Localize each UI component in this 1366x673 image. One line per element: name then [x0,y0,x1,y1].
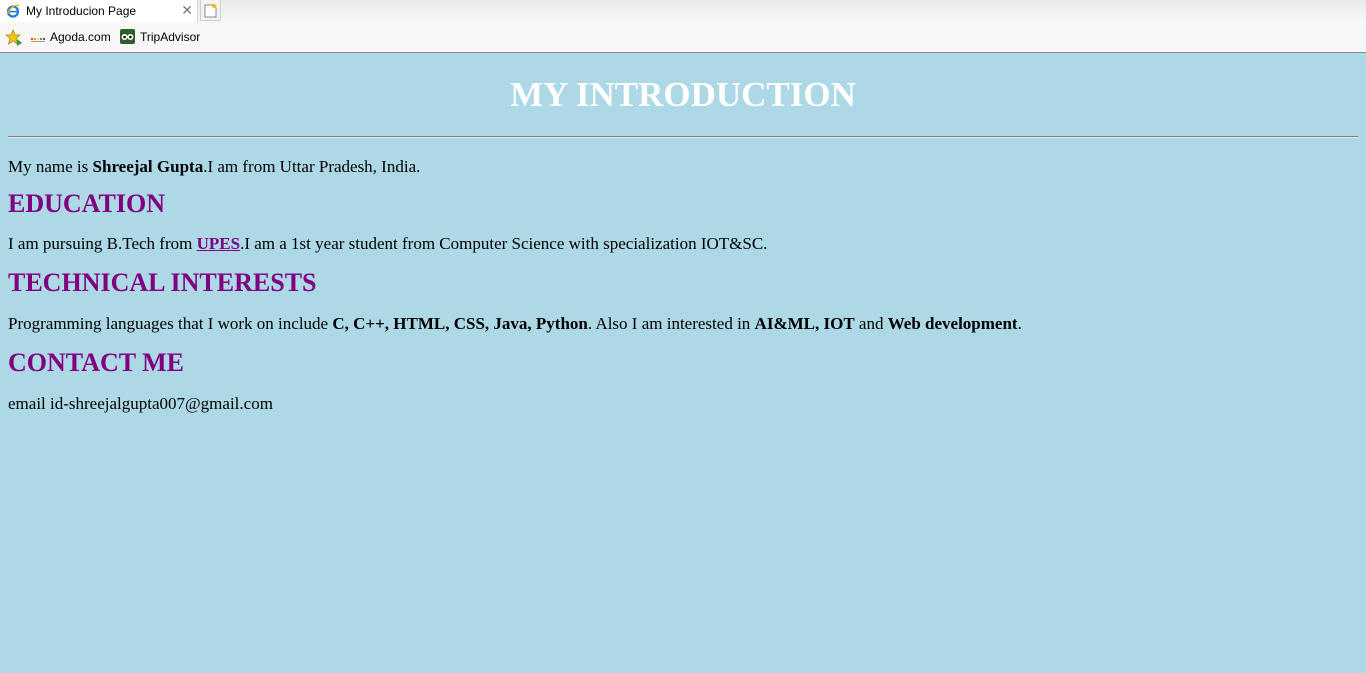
tab-bar: My Introducion Page ✕ [0,0,1366,22]
interest-ai-iot: AI&ML, IOT [754,314,855,333]
favorites-bar: Agoda.com TripAdvisor [0,22,1366,53]
favorite-label: Agoda.com [50,30,111,44]
education-suffix: .I am a 1st year student from Computer S… [240,234,768,253]
favorite-label: TripAdvisor [140,30,201,44]
favorite-agoda-link[interactable]: Agoda.com [31,30,111,44]
favorite-tripadvisor-link[interactable]: TripAdvisor [120,29,201,44]
intro-suffix: .I am from Uttar Pradesh, India. [203,157,421,176]
browser-tab[interactable]: My Introducion Page ✕ [0,0,198,22]
technical-interests-heading: TECHNICAL INTERESTS [8,268,317,297]
agoda-icon [31,33,46,42]
divider [8,136,1358,138]
technical-middle: . Also I am interested in [587,314,755,333]
technical-prefix: Programming languages that I work on inc… [8,314,333,333]
new-tab-button[interactable] [200,0,221,21]
languages-list: C, C++, HTML, CSS, Java, Python [332,314,588,333]
favorites-star-icon[interactable] [4,28,23,47]
contact-heading: CONTACT ME [8,348,184,377]
page-content: MY INTRODUCTION My name is Shreejal Gupt… [0,53,1366,673]
intro-prefix: My name is [8,157,93,176]
upes-link[interactable]: UPES [197,234,240,253]
new-tab-icon [204,3,217,18]
internet-explorer-icon [6,4,20,18]
interest-web-dev: Web development [887,314,1018,333]
tab-title: My Introducion Page [26,4,137,18]
technical-paragraph: Programming languages that I work on inc… [8,314,1358,334]
intro-name: Shreejal Gupta [92,157,204,176]
education-prefix: I am pursuing B.Tech from [8,234,197,253]
technical-and: and [854,314,888,333]
intro-paragraph: My name is Shreejal Gupta.I am from Utta… [8,157,1358,177]
technical-end: . [1017,314,1022,333]
tripadvisor-icon [120,29,135,44]
contact-email: email id-shreejalgupta007@gmail.com [8,394,273,413]
close-icon[interactable]: ✕ [181,2,193,19]
page-title: MY INTRODUCTION [510,75,856,114]
education-heading: EDUCATION [8,189,165,218]
education-paragraph: I am pursuing B.Tech from UPES.I am a 1s… [8,234,1358,254]
